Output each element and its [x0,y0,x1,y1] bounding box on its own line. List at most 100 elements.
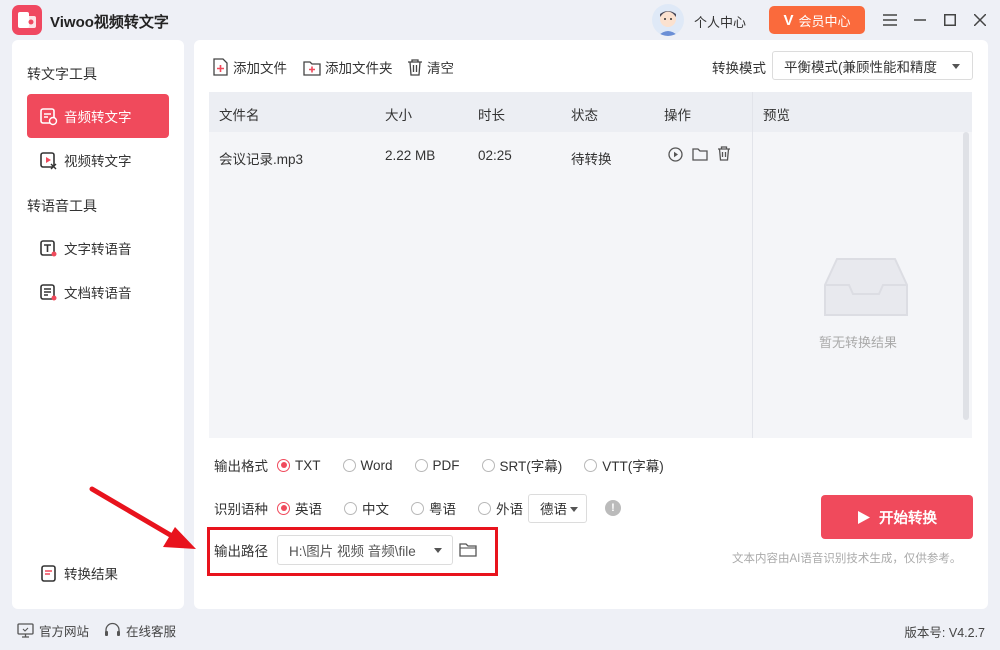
column-header-status: 状态 [571,108,598,123]
format-radio-word[interactable]: Word [342,458,393,473]
sidebar-item-label: 转换结果 [64,567,118,582]
recognition-language-row: 识别语种 英语 中文 粤语 外语 德语 ! [214,493,621,523]
radio-icon [342,458,356,472]
clear-button[interactable]: 清空 [407,56,454,78]
format-radio-pdf[interactable]: PDF [414,458,460,473]
chevron-down-icon [570,506,578,512]
sidebar-item-label: 文档转语音 [64,286,132,301]
file-table: 文件名 大小 时长 状态 操作 会议记录.mp3 2.22 MB 02:25 待… [209,92,752,438]
add-file-button[interactable]: 添加文件 [212,56,287,78]
online-support-link[interactable]: 在线客服 [104,622,177,639]
empty-inbox-icon [823,257,909,322]
add-folder-icon [303,60,321,76]
vip-center-button[interactable]: V 会员中心 [769,6,865,34]
play-icon[interactable] [668,147,683,165]
add-folder-label: 添加文件夹 [325,61,393,76]
chevron-down-icon [952,64,960,69]
lang-radio-cantonese[interactable]: 粤语 [411,498,456,518]
preview-scrollbar[interactable] [963,132,969,420]
format-radio-vtt[interactable]: VTT(字幕) [584,455,664,475]
add-file-icon [213,58,228,76]
close-icon[interactable] [970,10,990,30]
add-file-label: 添加文件 [233,61,287,76]
sidebar-item-label: 音频转文字 [64,110,132,125]
sidebar: 转文字工具 音频转文字 视频转文字 转语音工具 文字转语音 文档转语音 转换结果 [12,40,184,609]
format-radio-srt[interactable]: SRT(字幕) [481,455,562,475]
info-icon[interactable]: ! [605,500,621,516]
table-header: 文件名 大小 时长 状态 操作 [209,92,752,132]
sidebar-item-text-to-speech[interactable]: 文字转语音 [27,226,169,270]
official-website-label: 官方网站 [39,624,90,639]
video-file-icon [39,151,58,170]
radio-icon [584,458,598,472]
audio-file-icon [39,107,58,126]
annotation-highlight-box [207,527,498,576]
online-support-label: 在线客服 [126,624,177,639]
sidebar-item-doc-to-speech[interactable]: 文档转语音 [27,270,169,314]
sidebar-item-label: 文字转语音 [64,242,132,257]
result-list-icon [39,564,58,583]
document-speech-icon [39,283,58,302]
title-bar: Viwoo视频转文字 个人中心 V 会员中心 [0,0,1000,40]
version-text: 版本号: V4.2.7 [904,626,985,640]
preview-header: 预览 [753,92,972,132]
lang-radio-chinese[interactable]: 中文 [344,498,389,518]
maximize-icon[interactable] [940,10,960,30]
output-format-row: 输出格式 TXT Word PDF SRT(字幕) VTT(字幕) [214,454,686,476]
sidebar-item-label: 视频转文字 [64,154,132,169]
conversion-mode-select[interactable]: 平衡模式(兼顾性能和精度 [772,51,973,80]
column-header-size: 大小 [385,108,412,123]
play-icon [858,510,870,524]
radio-checked-icon [277,458,290,472]
recognition-language-label: 识别语种 [214,502,268,517]
vip-center-label: 会员中心 [798,13,851,29]
column-header-name: 文件名 [219,108,260,123]
preview-panel: 预览 暂无转换结果 [752,92,972,438]
conversion-mode-label: 转换模式 [712,61,766,76]
preview-title: 预览 [763,108,790,123]
sidebar-item-video-to-text[interactable]: 视频转文字 [27,138,169,182]
format-radio-txt[interactable]: TXT [277,458,321,473]
file-status-cell: 待转换 [571,152,612,167]
minimize-icon[interactable] [910,10,930,30]
delete-icon[interactable] [717,146,731,164]
ai-disclaimer: 文本内容由AI语音识别技术生成，仅供参考。 [732,553,962,565]
sidebar-item-audio-to-text[interactable]: 音频转文字 [27,94,169,138]
lang-radio-english[interactable]: 英语 [277,498,322,518]
add-folder-button[interactable]: 添加文件夹 [303,56,393,78]
empty-result-text: 暂无转换结果 [818,335,897,350]
conversion-mode-value: 平衡模式(兼顾性能和精度 [784,59,937,75]
headset-icon [105,622,120,636]
radio-icon [411,501,424,515]
output-format-label: 输出格式 [214,459,268,474]
sidebar-item-results[interactable]: 转换结果 [27,551,169,595]
text-speech-icon [39,239,58,258]
file-duration-cell: 02:25 [478,148,512,163]
trash-icon [408,58,422,76]
radio-icon [344,501,357,515]
menu-icon[interactable] [880,10,900,30]
radio-icon [478,501,491,515]
personal-center-link[interactable]: 个人中心 [694,12,746,31]
radio-checked-icon [277,501,290,515]
radio-icon [414,458,428,472]
monitor-icon [17,622,34,638]
sidebar-group-speech-tools: 转语音工具 [27,198,97,214]
column-header-duration: 时长 [478,108,505,123]
main-panel: 添加文件 添加文件夹 清空 转换模式 平衡模式(兼顾性能和精度 文件名 大小 时… [194,40,988,609]
vip-badge-icon: V [783,11,794,29]
avatar[interactable] [652,4,684,36]
app-logo-icon [12,5,42,35]
open-folder-icon[interactable] [692,147,708,164]
foreign-language-value: 德语 [540,502,567,517]
app-title: Viwoo视频转文字 [50,14,169,31]
clear-label: 清空 [427,61,454,76]
radio-icon [481,458,495,472]
start-conversion-label: 开始转换 [879,510,937,527]
file-name-cell: 会议记录.mp3 [219,152,304,167]
sidebar-group-text-tools: 转文字工具 [27,66,97,82]
foreign-language-select[interactable]: 德语 [528,493,587,523]
lang-radio-foreign[interactable]: 外语 [478,498,523,518]
start-conversion-button[interactable]: 开始转换 [821,495,973,539]
official-website-link[interactable]: 官方网站 [17,622,90,639]
